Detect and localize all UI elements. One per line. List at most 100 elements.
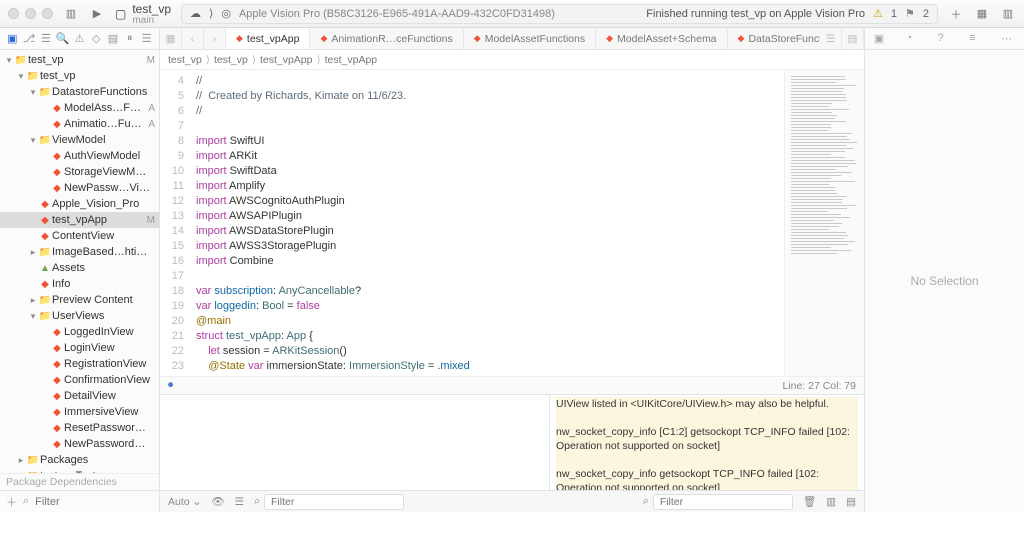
- add-icon[interactable]: ＋: [6, 494, 17, 510]
- disclosure-triangle[interactable]: ▾: [16, 71, 26, 82]
- source-control-tab[interactable]: ⎇: [22, 32, 36, 46]
- tree-item[interactable]: ◆RegistrationView: [0, 356, 159, 372]
- tree-item[interactable]: ◆ContentView: [0, 228, 159, 244]
- code-line[interactable]: import AWSAPIPlugin: [190, 209, 784, 224]
- editor-tab[interactable]: ◆AnimationR…ceFunctions: [310, 28, 463, 49]
- line-gutter[interactable]: 4567891011121314151617181920212223242526…: [160, 70, 190, 376]
- editor-tab[interactable]: ◆ModelAsset+Schema: [596, 28, 727, 49]
- jump-bar-crumb[interactable]: test_vpApp: [325, 54, 378, 66]
- console-output[interactable]: UIView listed in <UIKitCore/UIView.h> ma…: [550, 395, 864, 490]
- tree-item[interactable]: ▸📁Preview Content: [0, 292, 159, 308]
- editor-tab[interactable]: ◆test_vpApp: [226, 28, 310, 49]
- back-button[interactable]: ‹: [182, 28, 204, 49]
- jump-bar[interactable]: test_vp⟩test_vp⟩test_vpApp⟩test_vpApp: [160, 50, 864, 70]
- tree-item[interactable]: ▲Assets: [0, 260, 159, 276]
- tree-item[interactable]: ◆Apple_Vision_Pro: [0, 196, 159, 212]
- related-items-icon[interactable]: ▦: [160, 28, 182, 49]
- tree-item[interactable]: ◆NewPasswordView: [0, 436, 159, 452]
- warning-icon[interactable]: ⚠: [873, 7, 883, 20]
- navigator-filter-input[interactable]: [35, 496, 177, 508]
- add-tab-icon[interactable]: ＋: [948, 6, 964, 22]
- code-line[interactable]: [190, 269, 784, 284]
- disclosure-triangle[interactable]: ▸: [16, 455, 26, 466]
- project-tree[interactable]: ▾📁test_vpM▾📁test_vp▾📁DatastoreFunctions◆…: [0, 50, 159, 473]
- disclosure-triangle[interactable]: ▾: [28, 311, 38, 322]
- tree-item[interactable]: ▾📁test_vp: [0, 68, 159, 84]
- console-filter-input[interactable]: [653, 494, 793, 510]
- disclosure-triangle[interactable]: ▾: [28, 135, 38, 146]
- list-icon[interactable]: ☰: [235, 496, 244, 508]
- tree-item[interactable]: ◆ImmersiveView: [0, 404, 159, 420]
- jump-bar-crumb[interactable]: test_vp: [168, 54, 202, 66]
- close-window[interactable]: [8, 8, 19, 19]
- tree-item[interactable]: ◆AuthViewModel: [0, 148, 159, 164]
- disclosure-triangle[interactable]: ▾: [4, 55, 14, 66]
- editor-tab[interactable]: ◆ModelAssetFunctions: [464, 28, 596, 49]
- editor-tab[interactable]: ◆DataStoreFunctions: [728, 28, 820, 49]
- symbol-navigator-tab[interactable]: ☰: [39, 32, 53, 46]
- tree-item[interactable]: ▾📁UserViews: [0, 308, 159, 324]
- code-content[interactable]: //// Created by Richards, Kimate on 11/6…: [190, 70, 784, 376]
- minimize-window[interactable]: [25, 8, 36, 19]
- tree-item[interactable]: ◆ModelAss…FunctionsA: [0, 100, 159, 116]
- disclosure-triangle[interactable]: ▸: [28, 247, 38, 258]
- scheme-selector[interactable]: ▢ test_vp main: [115, 2, 171, 26]
- tree-item[interactable]: ◆StorageViewModel: [0, 164, 159, 180]
- code-line[interactable]: import AWSDataStorePlugin: [190, 224, 784, 239]
- forward-button[interactable]: ›: [204, 28, 226, 49]
- code-line[interactable]: var subscription: AnyCancellable?: [190, 284, 784, 299]
- disclosure-triangle[interactable]: ▸: [28, 295, 38, 306]
- disclosure-triangle[interactable]: ▾: [28, 87, 38, 98]
- tree-item[interactable]: ◆LoginView: [0, 340, 159, 356]
- auto-scope[interactable]: Auto ⌄: [168, 496, 201, 508]
- clear-console-icon[interactable]: 🗑: [803, 495, 816, 508]
- code-line[interactable]: import AWSCognitoAuthPlugin: [190, 194, 784, 209]
- code-line[interactable]: // Created by Richards, Kimate on 11/6/2…: [190, 89, 784, 104]
- eye-icon[interactable]: 👁: [211, 495, 224, 508]
- code-line[interactable]: struct test_vpApp: App {: [190, 329, 784, 344]
- code-line[interactable]: import SwiftData: [190, 164, 784, 179]
- breakpoint-navigator-tab[interactable]: ⏸: [123, 32, 137, 46]
- project-navigator-tab[interactable]: ▣: [5, 32, 19, 46]
- tree-item[interactable]: ▸📁ImageBased…hting.skybox: [0, 244, 159, 260]
- code-line[interactable]: @StateObject var authViewModel = AuthVie…: [190, 374, 784, 376]
- debug-navigator-tab[interactable]: ▤: [106, 32, 120, 46]
- tab-overflow-icon[interactable]: ☰: [820, 28, 842, 49]
- tree-item[interactable]: ◆LoggedInView: [0, 324, 159, 340]
- find-navigator-tab[interactable]: 🔍: [56, 32, 70, 46]
- history-inspector-tab[interactable]: ◔: [906, 32, 920, 46]
- tree-item[interactable]: ◆ConfirmationView: [0, 372, 159, 388]
- tree-item[interactable]: ▾📁DatastoreFunctions: [0, 84, 159, 100]
- attributes-inspector-tab[interactable]: ≡: [969, 32, 983, 46]
- test-navigator-tab[interactable]: ◇: [89, 32, 103, 46]
- code-line[interactable]: let session = ARKitSession(): [190, 344, 784, 359]
- code-line[interactable]: var loggedin: Bool = false: [190, 299, 784, 314]
- source-editor[interactable]: 4567891011121314151617181920212223242526…: [160, 70, 864, 376]
- minimap[interactable]: [784, 70, 864, 376]
- run-button[interactable]: ▶: [89, 6, 105, 22]
- report-navigator-tab[interactable]: ☰: [140, 32, 154, 46]
- inspector-toggle-icon[interactable]: ▥: [1000, 6, 1016, 22]
- code-line[interactable]: //: [190, 104, 784, 119]
- activity-status[interactable]: ☁ ⟩ ◎ Apple Vision Pro (B58C3126-E965-49…: [181, 4, 938, 24]
- issue-icon[interactable]: ⚑: [905, 7, 915, 20]
- variables-filter-input[interactable]: [264, 494, 404, 510]
- library-icon[interactable]: ▦: [974, 6, 990, 22]
- package-dependencies-header[interactable]: Package Dependencies: [0, 473, 159, 490]
- jump-bar-crumb[interactable]: test_vpApp: [260, 54, 313, 66]
- code-line[interactable]: import Combine: [190, 254, 784, 269]
- tree-item[interactable]: ◆test_vpAppM: [0, 212, 159, 228]
- toggle-console-icon[interactable]: ▤: [846, 496, 856, 508]
- variables-view[interactable]: [160, 395, 550, 490]
- tree-item[interactable]: ◆Info: [0, 276, 159, 292]
- toggle-vars-icon[interactable]: ▥: [826, 496, 836, 508]
- code-line[interactable]: import ARKit: [190, 149, 784, 164]
- tree-item[interactable]: ◆Animatio…FunctionsA: [0, 116, 159, 132]
- code-line[interactable]: @main: [190, 314, 784, 329]
- code-line[interactable]: //: [190, 74, 784, 89]
- tree-item[interactable]: ◆ResetPasswordView: [0, 420, 159, 436]
- tree-item[interactable]: ▾📁test_vpM: [0, 52, 159, 68]
- file-inspector-tab[interactable]: ▣: [874, 32, 888, 46]
- editor-options-icon[interactable]: ▤: [842, 28, 864, 49]
- tree-item[interactable]: ▸📁Packages: [0, 452, 159, 468]
